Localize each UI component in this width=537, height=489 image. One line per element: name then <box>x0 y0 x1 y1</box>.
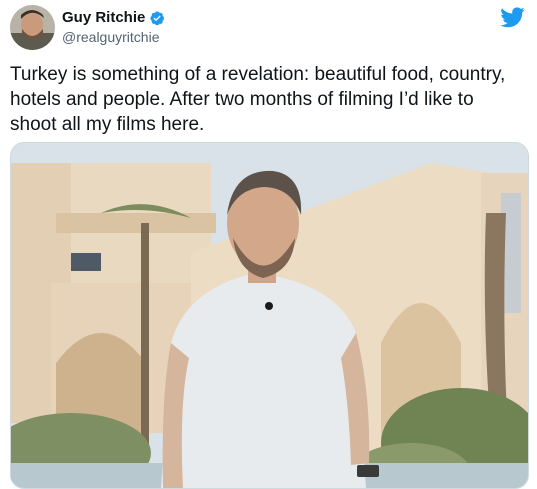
avatar[interactable] <box>10 5 55 50</box>
author-row: Guy Ritchie <box>62 9 165 26</box>
verified-badge-icon <box>149 10 165 26</box>
tweet-text: Turkey is something of a revelation: bea… <box>10 64 506 135</box>
author-display-name[interactable]: Guy Ritchie <box>62 9 145 26</box>
tweet-card: Guy Ritchie @realguyritchie Turkey is so… <box>0 0 537 489</box>
twitter-bird-icon[interactable] <box>500 7 525 28</box>
tweet-video[interactable] <box>10 142 529 489</box>
video-frame <box>11 143 528 488</box>
author-handle[interactable]: @realguyritchie <box>62 29 159 45</box>
